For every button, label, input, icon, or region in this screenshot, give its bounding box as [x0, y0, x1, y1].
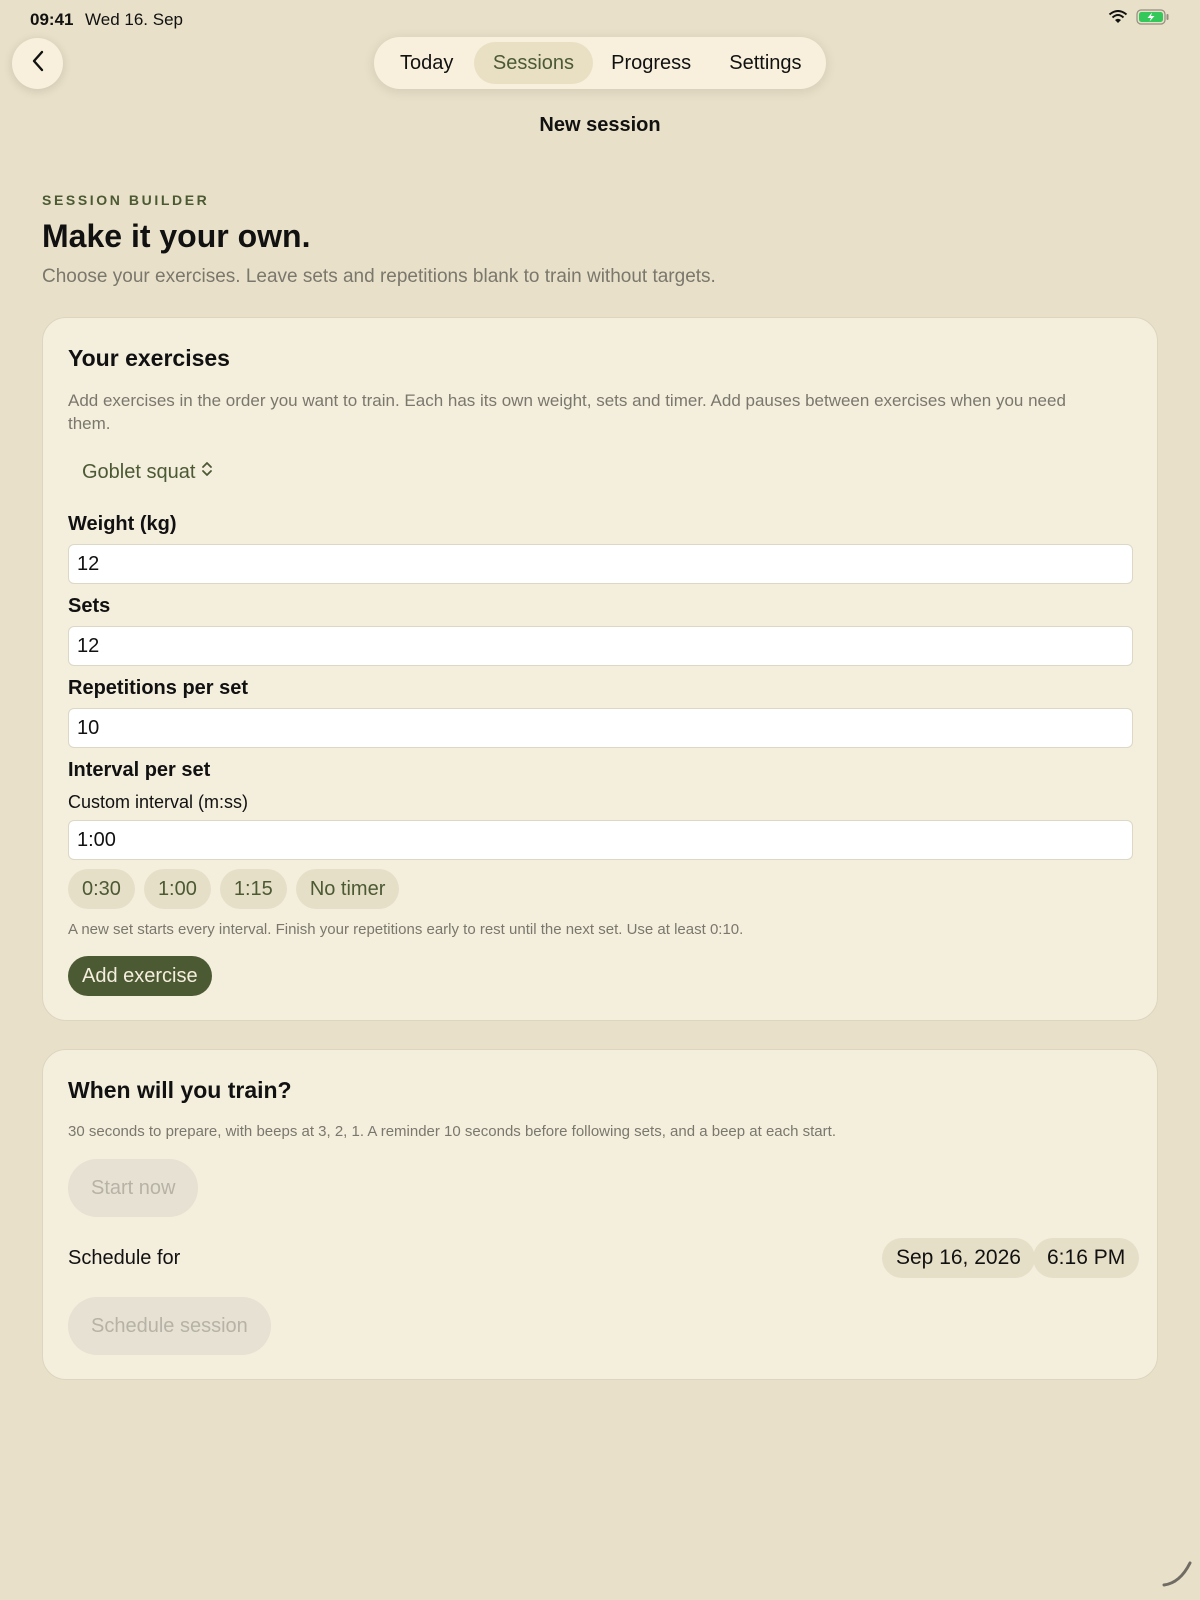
start-now-button[interactable]: Start now	[68, 1159, 199, 1217]
custom-interval-input[interactable]	[68, 820, 1133, 860]
exercises-card-title: Your exercises	[68, 345, 230, 371]
add-exercise-button[interactable]: Add exercise	[68, 956, 212, 996]
interval-chips: 0:30 1:00 1:15 No timer	[68, 869, 400, 909]
reps-input[interactable]	[68, 708, 1133, 748]
status-time: 09:41	[30, 10, 74, 29]
battery-icon	[1136, 9, 1170, 30]
nav-title: New session	[539, 114, 661, 136]
interval-chip-no-timer[interactable]: No timer	[295, 869, 400, 909]
chevron-up-down-icon	[201, 460, 213, 484]
interval-chip-1-00[interactable]: 1:00	[143, 869, 211, 909]
exercises-card: Your exercises Add exercises in the orde…	[42, 317, 1158, 1021]
status-bar: 09:41 Wed 16. Sep	[0, 0, 1200, 38]
schedule-time-pill[interactable]: 6:16 PM	[1033, 1238, 1140, 1278]
status-icons	[1108, 9, 1170, 30]
tab-progress[interactable]: Progress	[593, 42, 710, 84]
sets-input[interactable]	[68, 626, 1133, 666]
schedule-card-title: When will you train?	[68, 1077, 292, 1103]
tab-sessions[interactable]: Sessions	[474, 42, 593, 84]
chevron-left-icon	[31, 49, 45, 78]
schedule-date-pill[interactable]: Sep 16, 2026	[882, 1238, 1035, 1278]
schedule-for-label: Schedule for	[68, 1247, 181, 1269]
interval-chip-1-15[interactable]: 1:15	[219, 869, 287, 909]
weight-input[interactable]	[68, 544, 1133, 584]
wifi-icon	[1108, 10, 1128, 29]
schedule-session-button[interactable]: Schedule session	[68, 1297, 271, 1355]
weight-label: Weight (kg)	[68, 513, 177, 535]
exercise-picker-label: Goblet squat	[82, 460, 196, 483]
exercise-picker[interactable]: Goblet squat	[82, 460, 213, 484]
sets-label: Sets	[68, 595, 111, 617]
back-button[interactable]	[12, 38, 63, 89]
page-subtitle: Choose your exercises. Leave sets and re…	[42, 266, 716, 287]
schedule-card-description: 30 seconds to prepare, with beeps at 3, …	[68, 1123, 836, 1140]
eyebrow-label: SESSION BUILDER	[42, 192, 210, 208]
reps-label: Repetitions per set	[68, 677, 249, 699]
status-date: Wed 16. Sep	[85, 10, 183, 29]
tab-bar: Today Sessions Progress Settings	[374, 37, 826, 89]
custom-interval-label: Custom interval (m:ss)	[68, 792, 249, 812]
tab-today[interactable]: Today	[379, 42, 474, 84]
schedule-card: When will you train? 30 seconds to prepa…	[42, 1049, 1158, 1380]
interval-chip-0-30[interactable]: 0:30	[68, 869, 135, 909]
exercises-card-description: Add exercises in the order you want to t…	[68, 391, 1066, 433]
page-headline: Make it your own.	[42, 218, 311, 254]
interval-label: Interval per set	[68, 759, 211, 781]
interval-hint: A new set starts every interval. Finish …	[68, 921, 744, 938]
resize-handle-icon	[1160, 1555, 1194, 1594]
tab-settings[interactable]: Settings	[710, 42, 821, 84]
